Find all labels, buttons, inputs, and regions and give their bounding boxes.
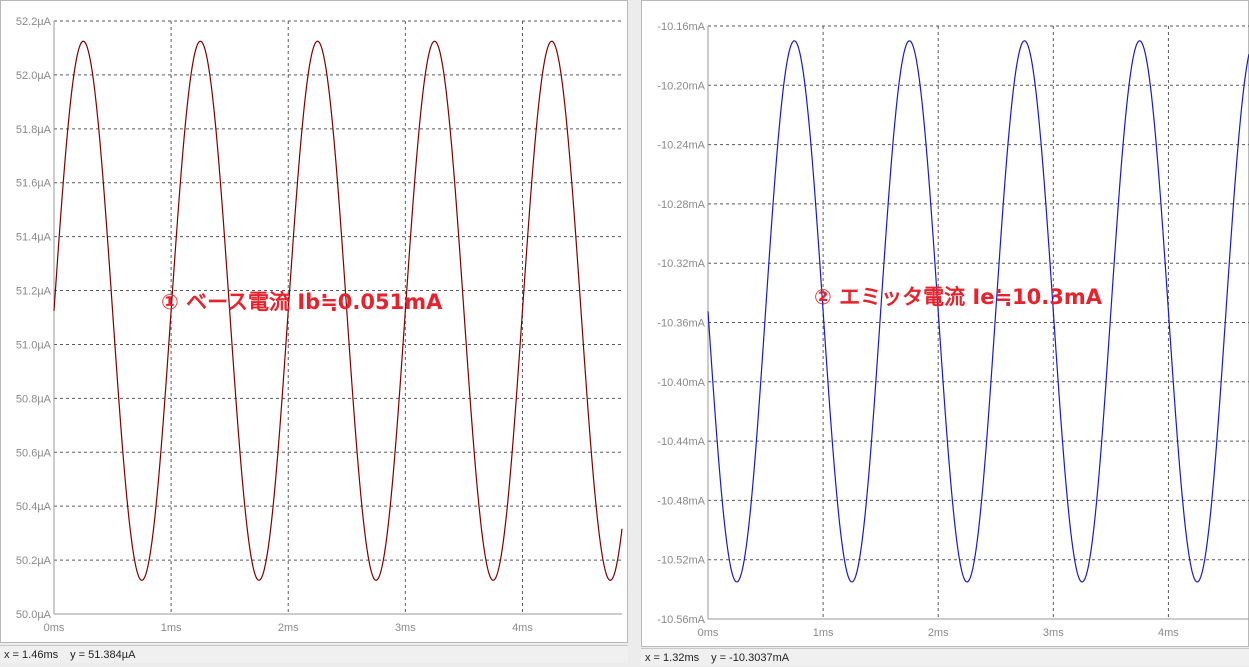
left-cursor-x-readout: x = 1.46ms <box>4 649 59 661</box>
y-tick-label: 50.4µA <box>16 501 52 513</box>
current-annotation: ② エミッタ電流 Ie≒10.3mA <box>814 285 1103 309</box>
y-tick-label: 52.2µA <box>16 16 52 28</box>
x-tick-label: 0ms <box>698 627 719 639</box>
right-cursor-x-readout: x = 1.32ms <box>645 652 700 664</box>
x-tick-label: 1ms <box>813 627 834 639</box>
y-tick-label: 51.6µA <box>16 178 52 190</box>
right-plot-panel[interactable]: -10.16mA -10.20mA -10.24mA -10.28mA -10.32mA… <box>641 0 1249 647</box>
x-tick-label: 1ms <box>161 622 182 634</box>
left-cursor-y-readout: y = 51.384µA <box>70 649 136 661</box>
y-tick-label: -10.16mA <box>657 21 705 33</box>
y-tick-label: -10.32mA <box>657 258 705 270</box>
left-cursor-status-bar: x = 1.46ms y = 51.384µA <box>0 645 628 663</box>
current-annotation: ① ベース電流 Ib≒0.051mA <box>161 290 443 314</box>
y-tick-label: 50.0µA <box>16 609 52 621</box>
left-plot-panel[interactable]: 52.2µA 52.0µA 51.8µA 51.6µA 51.4µA 51.2µA 51.0… <box>0 0 628 643</box>
y-tick-label: -10.28mA <box>657 199 705 211</box>
x-tick-label: 2ms <box>928 627 949 639</box>
y-tick-label: -10.24mA <box>657 140 705 152</box>
y-tick-label: -10.52mA <box>657 555 705 567</box>
y-tick-label: 50.6µA <box>16 447 52 459</box>
x-tick-label: 2ms <box>278 622 299 634</box>
x-tick-label: 4ms <box>1158 627 1179 639</box>
x-tick-label: 3ms <box>1043 627 1064 639</box>
y-tick-label: 51.0µA <box>16 339 52 351</box>
y-tick-label: 50.2µA <box>16 555 52 567</box>
y-tick-label: -10.48mA <box>657 495 705 507</box>
y-tick-label: 50.8µA <box>16 393 52 405</box>
x-tick-label: 4ms <box>512 622 533 634</box>
right-cursor-y-readout: y = -10.3037mA <box>711 652 790 664</box>
y-tick-label: 51.2µA <box>16 286 52 298</box>
y-tick-label: 52.0µA <box>16 70 52 82</box>
y-tick-label: -10.40mA <box>657 377 705 389</box>
x-tick-label: 0ms <box>44 622 65 634</box>
y-tick-label: -10.36mA <box>657 318 705 330</box>
x-tick-label: 3ms <box>395 622 416 634</box>
y-tick-label: -10.56mA <box>657 614 705 626</box>
base-current-chart[interactable]: 52.2µA 52.0µA 51.8µA 51.6µA 51.4µA 51.2µA 51.0… <box>1 1 629 644</box>
y-tick-label: -10.44mA <box>657 436 705 448</box>
right-cursor-status-bar: x = 1.32ms y = -10.3037mA <box>641 648 1249 666</box>
emitter-current-chart[interactable]: -10.16mA -10.20mA -10.24mA -10.28mA -10.32mA… <box>642 1 1249 648</box>
y-tick-label: 51.8µA <box>16 124 52 136</box>
y-tick-label: 51.4µA <box>16 232 52 244</box>
y-tick-label: -10.20mA <box>657 80 705 92</box>
